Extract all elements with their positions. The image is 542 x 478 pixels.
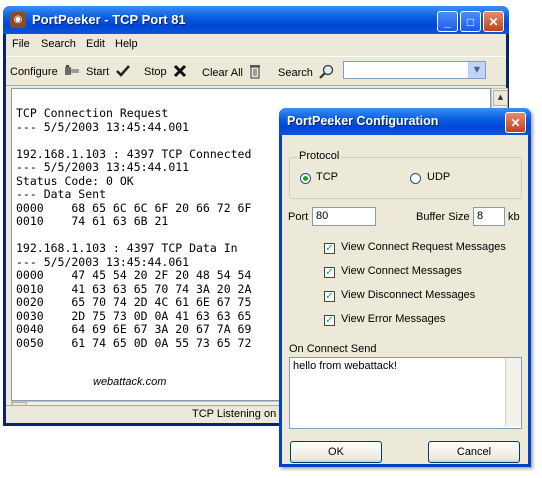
watermark: webattack.com — [93, 376, 167, 388]
toolbar: Configure Start Stop Clear All Search ▼ — [6, 56, 506, 86]
log-line: 192.168.1.103 : 4397 TCP Connected — [16, 146, 252, 161]
start-label: Start — [86, 66, 110, 78]
menu-help[interactable]: Help — [115, 38, 138, 50]
dialog-titlebar[interactable]: PortPeeker Configuration ✕ — [279, 108, 531, 135]
buffer-size-input[interactable]: 8 — [473, 207, 505, 226]
checkmark-icon — [115, 64, 131, 81]
log-line: --- 5/5/2003 13:45:44.011 — [16, 160, 190, 174]
stop-button[interactable]: Stop — [144, 64, 187, 81]
x-icon — [173, 64, 187, 81]
log-line: 0010 74 61 63 6B 21 — [16, 214, 169, 228]
log-text: TCP Connection Request --- 5/5/2003 13:4… — [16, 106, 252, 350]
port-input[interactable]: 80 — [312, 207, 376, 226]
close-button[interactable]: ✕ — [483, 11, 504, 32]
connect-request-label[interactable]: View Connect Request Messages — [341, 241, 506, 253]
clear-all-button[interactable]: Clear All — [202, 64, 261, 82]
log-line: 0030 2D 75 73 0D 0A 41 63 63 65 — [16, 308, 252, 323]
protocol-group-title: Protocol — [297, 150, 342, 162]
menu-file[interactable]: File — [12, 38, 30, 50]
tcp-radio-label[interactable]: TCP — [316, 171, 338, 183]
log-line: --- Data Sent — [16, 187, 107, 201]
udp-radio-label[interactable]: UDP — [427, 171, 450, 183]
log-line: 0000 68 65 6C 6C 6F 20 66 72 6F — [16, 200, 252, 215]
connect-request-checkbox[interactable]: ✓ — [324, 243, 335, 254]
on-connect-send-textarea[interactable]: hello from webattack! — [289, 357, 522, 429]
search-button[interactable]: Search — [278, 64, 335, 82]
minimize-button[interactable]: _ — [437, 11, 458, 32]
log-line: 0010 41 63 63 65 70 74 3A 20 2A — [16, 281, 252, 296]
clear-all-label: Clear All — [202, 67, 243, 79]
log-line: 192.168.1.103 : 4397 TCP Data In — [16, 241, 238, 255]
config-dialog: PortPeeker Configuration ✕ Protocol TCP … — [279, 108, 531, 467]
menu-bar: File Search Edit Help — [6, 34, 506, 54]
cancel-button[interactable]: Cancel — [428, 441, 520, 463]
dialog-close-button[interactable]: ✕ — [505, 112, 526, 133]
log-line: TCP Connection Request — [16, 106, 169, 120]
start-button[interactable]: Start — [86, 64, 131, 81]
magnifier-icon — [319, 64, 335, 82]
tcp-radio[interactable] — [300, 173, 311, 184]
connect-messages-label[interactable]: View Connect Messages — [341, 265, 462, 277]
configure-button[interactable]: Configure — [10, 64, 80, 81]
dialog-title: PortPeeker Configuration — [287, 114, 439, 128]
chevron-down-icon[interactable]: ▼ — [468, 62, 485, 78]
port-value: 80 — [316, 210, 329, 222]
disconnect-messages-label[interactable]: View Disconnect Messages — [341, 289, 475, 301]
buffer-size-label: Buffer Size — [416, 211, 470, 223]
menu-search[interactable]: Search — [41, 38, 76, 50]
maximize-button[interactable]: □ — [460, 11, 481, 32]
log-line: Status Code: 0 OK — [16, 173, 134, 188]
search-label: Search — [278, 67, 313, 79]
search-combo[interactable]: ▼ — [343, 61, 486, 79]
log-line: 0040 64 69 6E 67 3A 20 67 7A 69 — [16, 322, 252, 336]
log-line: --- 5/5/2003 13:45:44.061 — [16, 254, 190, 269]
on-connect-send-label: On Connect Send — [289, 343, 377, 355]
error-messages-label[interactable]: View Error Messages — [341, 313, 445, 325]
error-messages-checkbox[interactable]: ✓ — [324, 315, 335, 326]
log-line: 0000 47 45 54 20 2F 20 48 54 54 — [16, 268, 252, 282]
protocol-group: Protocol TCP UDP — [289, 150, 522, 199]
connect-messages-checkbox[interactable]: ✓ — [324, 267, 335, 278]
textarea-scrollbar[interactable] — [505, 358, 521, 426]
udp-radio[interactable] — [410, 173, 421, 184]
main-titlebar[interactable]: ◉ PortPeeker - TCP Port 81 _ □ ✕ — [3, 6, 509, 34]
configure-label: Configure — [10, 66, 58, 78]
log-line: --- 5/5/2003 13:45:44.001 — [16, 119, 190, 134]
stop-label: Stop — [144, 66, 167, 78]
log-line: 0020 65 70 74 2D 4C 61 6E 67 75 — [16, 295, 252, 309]
disconnect-messages-checkbox[interactable]: ✓ — [324, 291, 335, 302]
window-title: PortPeeker - TCP Port 81 — [32, 12, 186, 27]
scroll-up-arrow-icon[interactable]: ▲ — [493, 90, 508, 106]
port-label: Port — [288, 211, 309, 223]
menu-edit[interactable]: Edit — [86, 38, 105, 50]
app-icon: ◉ — [10, 12, 26, 28]
trash-icon — [249, 64, 261, 82]
buffer-unit-label: kb — [508, 211, 520, 223]
dialog-body: Protocol TCP UDP Port 80 Buffer Size 8 k… — [282, 135, 528, 464]
configure-icon — [64, 64, 80, 81]
on-connect-send-value: hello from webattack! — [293, 360, 397, 372]
buffer-size-value: 8 — [477, 210, 484, 222]
status-text: TCP Listening on P — [192, 408, 287, 420]
ok-button[interactable]: OK — [290, 441, 382, 463]
log-line: 0050 61 74 65 0D 0A 55 73 65 72 — [16, 335, 252, 350]
